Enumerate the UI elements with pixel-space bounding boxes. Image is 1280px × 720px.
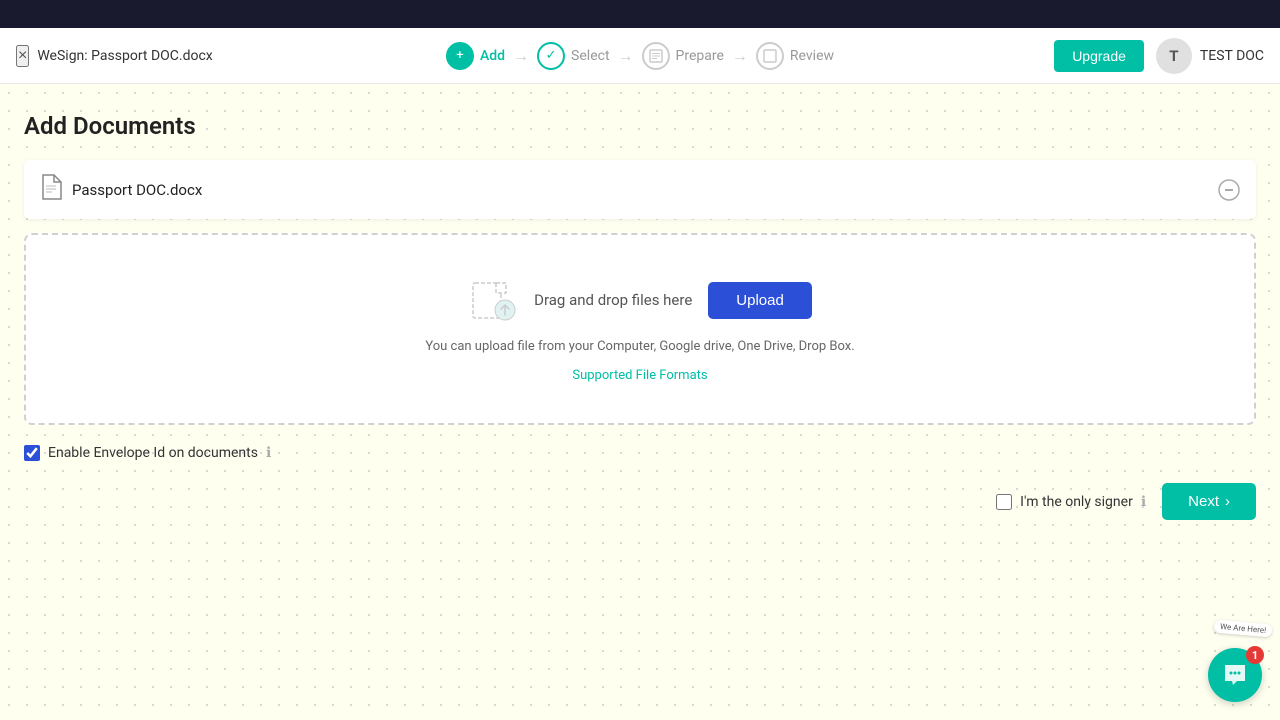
user-name: TEST DOC — [1200, 48, 1264, 64]
step-prepare-label: Prepare — [676, 48, 724, 64]
close-button[interactable]: × — [16, 45, 29, 67]
step-select[interactable]: ✓ Select — [537, 42, 609, 70]
page-title: Add Documents — [24, 112, 1256, 140]
doc-title: WeSign: Passport DOC.docx — [37, 48, 212, 64]
envelope-id-label: Enable Envelope Id on documents — [48, 445, 258, 461]
arrow-2: → — [618, 46, 634, 66]
header: × WeSign: Passport DOC.docx + Add → ✓ Se… — [0, 28, 1280, 84]
step-add[interactable]: + Add — [446, 42, 505, 70]
upload-button[interactable]: Upload — [708, 282, 812, 319]
signer-row: I'm the only signer ℹ — [996, 494, 1146, 510]
only-signer-label: I'm the only signer — [1020, 494, 1133, 510]
upload-subtext: You can upload file from your Computer, … — [425, 339, 854, 354]
envelope-id-checkbox[interactable] — [24, 445, 40, 461]
next-button-label: Next — [1188, 493, 1219, 510]
document-row: Passport DOC.docx — [24, 160, 1256, 219]
next-button[interactable]: Next › — [1162, 483, 1256, 520]
upload-area: Drag and drop files here Upload You can … — [24, 233, 1256, 425]
drag-drop-text: Drag and drop files here — [534, 291, 692, 309]
step-review-label: Review — [790, 48, 834, 64]
step-select-icon: ✓ — [537, 42, 565, 70]
bottom-row: I'm the only signer ℹ Next › — [24, 479, 1256, 520]
supported-formats-link[interactable]: Supported File Formats — [572, 368, 707, 383]
top-bar — [0, 0, 1280, 28]
only-signer-checkbox[interactable] — [996, 494, 1012, 510]
document-name: Passport DOC.docx — [72, 181, 202, 199]
upload-row: Drag and drop files here Upload — [468, 275, 812, 325]
upload-icon — [468, 275, 518, 325]
avatar: T — [1156, 38, 1192, 74]
next-arrow-icon: › — [1225, 493, 1230, 510]
user-info: T TEST DOC — [1156, 38, 1264, 74]
file-icon — [40, 174, 62, 205]
doc-info: Passport DOC.docx — [40, 174, 202, 205]
chat-badge: 1 — [1246, 646, 1264, 664]
step-review-icon — [756, 42, 784, 70]
step-select-label: Select — [571, 48, 609, 64]
header-left: × WeSign: Passport DOC.docx — [16, 45, 213, 67]
upgrade-button[interactable]: Upgrade — [1054, 40, 1144, 72]
step-nav: + Add → ✓ Select → Prepare → — [446, 42, 834, 70]
content-wrapper: Add Documents Passport DOC.docx — [24, 112, 1256, 520]
envelope-row: Enable Envelope Id on documents ℹ — [24, 445, 1256, 461]
step-add-label: Add — [480, 48, 505, 64]
step-review[interactable]: Review — [756, 42, 834, 70]
chat-bubble[interactable]: We Are Here! 1 — [1208, 648, 1262, 702]
remove-document-button[interactable] — [1218, 179, 1240, 201]
arrow-1: → — [513, 46, 529, 66]
signer-info-icon[interactable]: ℹ — [1141, 494, 1146, 510]
step-prepare-icon — [642, 42, 670, 70]
arrow-3: → — [732, 46, 748, 66]
step-add-icon: + — [446, 42, 474, 70]
step-prepare[interactable]: Prepare — [642, 42, 724, 70]
close-icon: × — [18, 47, 27, 65]
main-content: Add Documents Passport DOC.docx — [0, 84, 1280, 720]
info-icon[interactable]: ℹ — [266, 445, 271, 461]
header-right: Upgrade T TEST DOC — [1054, 38, 1264, 74]
